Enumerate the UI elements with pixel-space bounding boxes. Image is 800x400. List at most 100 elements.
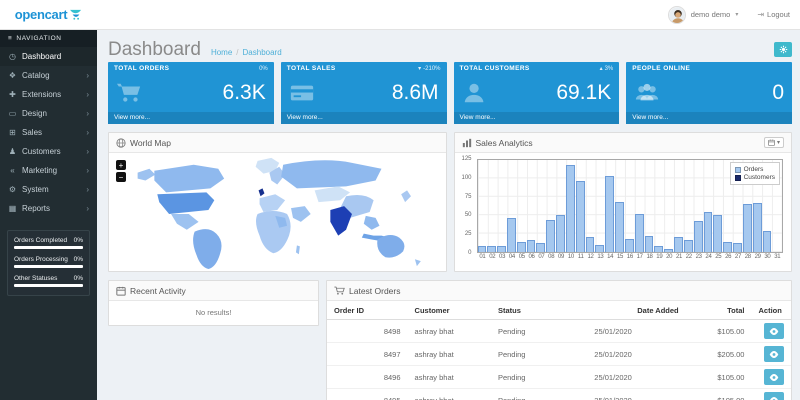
- view-order-button[interactable]: [764, 323, 784, 339]
- gear-icon: [779, 45, 788, 54]
- view-order-button[interactable]: [764, 369, 784, 385]
- eye-icon: [769, 351, 779, 358]
- x-tick-label: 07: [536, 254, 546, 260]
- cart-logo-icon: [70, 9, 82, 20]
- x-tick-label: 03: [497, 254, 507, 260]
- bar-day-12: [586, 160, 596, 252]
- x-tick-label: 02: [487, 254, 497, 260]
- x-tick-label: 23: [694, 254, 704, 260]
- x-tick-label: 20: [664, 254, 674, 260]
- globe-icon: [116, 138, 126, 148]
- tile-change: ▴ 3%: [600, 65, 614, 72]
- status-cell: Pending: [491, 366, 587, 389]
- latest-orders-panel: Latest Orders Order IDCustomerStatusDate…: [326, 280, 792, 400]
- column-header: Total: [686, 301, 752, 320]
- breadcrumb-home[interactable]: Home: [211, 48, 232, 57]
- column-header: Date Added: [587, 301, 685, 320]
- x-tick-label: 29: [753, 254, 763, 260]
- view-order-button[interactable]: [764, 346, 784, 362]
- sidebar-item[interactable]: ⚙ System ›: [0, 180, 97, 199]
- chevron-right-icon: ›: [86, 110, 89, 118]
- caret-down-icon: ▾: [418, 65, 421, 72]
- map-zoom-in-button[interactable]: +: [116, 160, 126, 170]
- sidebar-item[interactable]: ▭ Design ›: [0, 104, 97, 123]
- order-row: 8496 ashray bhat Pending 25/01/2020 $105…: [327, 366, 791, 389]
- sidebar-stat: Orders Completed 0%: [14, 237, 83, 249]
- tile-people-online: PEOPLE ONLINE 0 View more...: [626, 62, 792, 124]
- sidebar-item-icon: ✚: [8, 90, 17, 99]
- stat-value: 0%: [74, 237, 83, 244]
- bar-day-01: [478, 160, 488, 252]
- world-map-svg: [109, 153, 446, 271]
- sidebar-stat: Orders Processing 0%: [14, 256, 83, 268]
- bar-day-22: [684, 160, 694, 252]
- chevron-right-icon: ›: [86, 186, 89, 194]
- bar-day-24: [704, 160, 714, 252]
- bar-day-14: [605, 160, 615, 252]
- bar-day-18: [645, 160, 655, 252]
- date-added-cell: 25/01/2020: [587, 343, 685, 366]
- stat-value: 0%: [74, 256, 83, 263]
- sidebar-item-icon: ⚙: [8, 185, 17, 194]
- sidebar-item[interactable]: ▦ Reports ›: [0, 199, 97, 218]
- column-header: Action: [751, 301, 791, 320]
- bar-day-23: [694, 160, 704, 252]
- tile-value: 0: [772, 81, 784, 105]
- users-icon: [634, 81, 660, 105]
- user-avatar[interactable]: [668, 6, 686, 24]
- user-name[interactable]: demo demo: [691, 10, 731, 19]
- panel-title: Sales Analytics: [476, 138, 533, 148]
- sidebar-item-label: Sales: [22, 128, 42, 137]
- total-cell: $205.00: [686, 343, 752, 366]
- bar-day-07: [536, 160, 546, 252]
- sidebar-item[interactable]: ✚ Extensions ›: [0, 85, 97, 104]
- x-tick-label: 14: [605, 254, 615, 260]
- x-tick-label: 25: [713, 254, 723, 260]
- sidebar-item[interactable]: « Marketing ›: [0, 161, 97, 180]
- view-more-link[interactable]: View more...: [108, 112, 274, 124]
- bar-chart-icon: [462, 138, 472, 148]
- customer-cell: ashray bhat: [408, 343, 491, 366]
- view-more-link[interactable]: View more...: [626, 112, 792, 124]
- tile-label: TOTAL ORDERS: [114, 65, 169, 72]
- tile-label: TOTAL CUSTOMERS: [460, 65, 530, 72]
- stat-label: Orders Processing: [14, 256, 68, 263]
- order-row: 8498 ashray bhat Pending 25/01/2020 $105…: [327, 320, 791, 343]
- world-map[interactable]: + −: [109, 153, 446, 271]
- view-more-link[interactable]: View more...: [281, 112, 447, 124]
- sidebar-item[interactable]: ⊞ Sales ›: [0, 123, 97, 142]
- x-tick-label: 24: [704, 254, 714, 260]
- settings-button[interactable]: [774, 42, 792, 57]
- x-tick-label: 04: [507, 254, 517, 260]
- map-zoom-out-button[interactable]: −: [116, 172, 126, 182]
- bar-day-03: [497, 160, 507, 252]
- opencart-logo[interactable]: opencart: [0, 0, 97, 29]
- chart-range-dropdown[interactable]: ▾: [764, 137, 784, 148]
- order-id-cell: 8497: [327, 343, 408, 366]
- bar-day-19: [654, 160, 664, 252]
- x-tick-label: 13: [595, 254, 605, 260]
- x-tick-label: 26: [723, 254, 733, 260]
- breadcrumb-current[interactable]: Dashboard: [243, 48, 282, 57]
- logout-button[interactable]: ⇥ Logout: [757, 10, 790, 19]
- sidebar-item-icon: ♟: [8, 147, 17, 156]
- sidebar-item[interactable]: ❖ Catalog ›: [0, 66, 97, 85]
- sidebar-item[interactable]: ♟ Customers ›: [0, 142, 97, 161]
- legend-item: Orders: [735, 166, 775, 173]
- bar-day-04: [507, 160, 517, 252]
- tile-change: ▾ -210%: [418, 65, 440, 72]
- caret-up-icon: ▴: [600, 65, 603, 72]
- view-more-link[interactable]: View more...: [454, 112, 620, 124]
- sidebar-item[interactable]: ◷ Dashboard ›: [0, 47, 97, 66]
- bar-day-20: [664, 160, 674, 252]
- chevron-down-icon[interactable]: ▾: [735, 11, 738, 18]
- recent-activity-panel: Recent Activity No results!: [108, 280, 319, 326]
- chevron-right-icon: ›: [86, 91, 89, 99]
- chevron-right-icon: ›: [86, 148, 89, 156]
- sidebar-stats-panel: Orders Completed 0% Orders Processing 0%…: [7, 230, 90, 296]
- hamburger-icon: ≡: [8, 35, 12, 42]
- x-tick-label: 09: [556, 254, 566, 260]
- bar-day-17: [635, 160, 645, 252]
- view-order-button[interactable]: [764, 392, 784, 400]
- eye-icon: [769, 397, 779, 400]
